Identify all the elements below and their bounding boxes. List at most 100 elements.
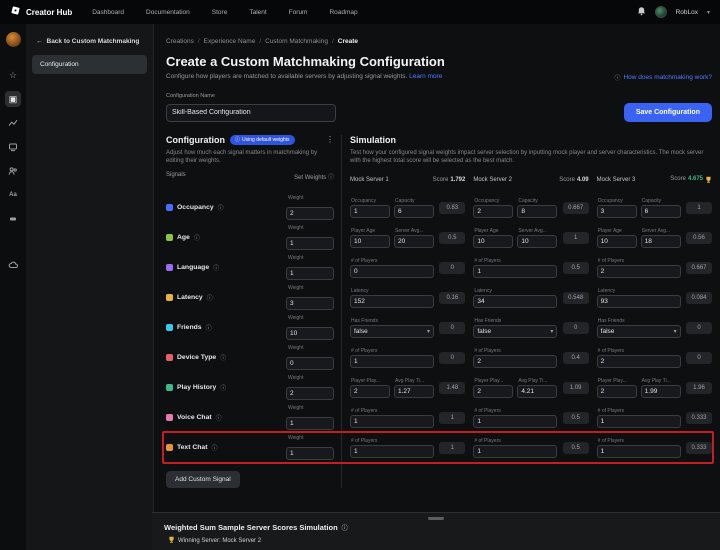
- sim-field: Server Avg...20: [394, 228, 434, 248]
- experience-avatar[interactable]: [6, 32, 21, 47]
- sim-field-input[interactable]: 10: [597, 235, 637, 248]
- weight-input[interactable]: [286, 447, 334, 460]
- sim-field-label: Occupancy: [473, 198, 513, 204]
- weight-input[interactable]: [286, 357, 334, 370]
- learn-more-link[interactable]: Learn more: [409, 73, 442, 80]
- weight-input[interactable]: [286, 237, 334, 250]
- info-icon[interactable]: ⓘ: [328, 175, 334, 181]
- sim-field-input[interactable]: 1.27: [394, 385, 434, 398]
- user-avatar[interactable]: [655, 6, 667, 18]
- info-icon[interactable]: ⓘ: [194, 233, 200, 242]
- weight-input[interactable]: [286, 267, 334, 280]
- sim-field-input[interactable]: 2: [473, 385, 513, 398]
- sim-field-input[interactable]: 18: [641, 235, 681, 248]
- sim-field-input[interactable]: 20: [394, 235, 434, 248]
- brand[interactable]: Creator Hub: [10, 3, 72, 21]
- info-icon[interactable]: ⓘ: [206, 323, 212, 332]
- sim-cell: # of Players20: [597, 343, 712, 373]
- notifications-bell-icon[interactable]: [637, 3, 646, 21]
- breadcrumb-item[interactable]: Create: [338, 38, 358, 45]
- sidebar-item-configuration[interactable]: Configuration: [32, 55, 147, 74]
- sim-field-label: Has Friends: [473, 318, 557, 324]
- sim-field-input[interactable]: 2: [597, 355, 681, 368]
- sim-field-label: Player Play...: [597, 378, 637, 384]
- creations-icon[interactable]: ▣: [5, 91, 21, 107]
- weight-input[interactable]: [286, 327, 334, 340]
- nav-item-forum[interactable]: Forum: [289, 9, 308, 16]
- help-link[interactable]: ⓘ How does matchmaking work?: [614, 73, 712, 82]
- sim-field-input[interactable]: 4.21: [517, 385, 557, 398]
- localization-icon[interactable]: Aa: [5, 187, 21, 203]
- sim-field-input[interactable]: 34: [473, 295, 557, 308]
- breadcrumb-item[interactable]: Custom Matchmaking: [265, 38, 328, 45]
- breadcrumb-item[interactable]: Experience Name: [204, 38, 256, 45]
- info-icon[interactable]: ⓘ: [342, 523, 348, 532]
- kebab-menu-icon[interactable]: ⋮: [326, 135, 334, 144]
- sim-field-input[interactable]: 1: [597, 445, 681, 458]
- weight-input[interactable]: [286, 297, 334, 310]
- nav-item-store[interactable]: Store: [212, 9, 228, 16]
- save-configuration-button[interactable]: Save Configuration: [624, 103, 712, 122]
- sim-field-input[interactable]: 10: [473, 235, 513, 248]
- collaboration-people-icon[interactable]: [5, 163, 21, 179]
- sim-field-input[interactable]: 6: [641, 205, 681, 218]
- sim-field-input[interactable]: 8: [517, 205, 557, 218]
- badge-icon[interactable]: [5, 211, 21, 227]
- signals-column-header: Signals: [166, 172, 186, 181]
- sim-field-input[interactable]: 152: [350, 295, 434, 308]
- weight-label: Weight: [286, 195, 334, 201]
- sim-field-input[interactable]: 1: [350, 355, 434, 368]
- sim-field-input[interactable]: 2: [473, 355, 557, 368]
- nav-item-roadmap[interactable]: Roadmap: [329, 9, 357, 16]
- chevron-down-icon[interactable]: ▾: [707, 9, 710, 16]
- sim-field-input[interactable]: 2: [473, 205, 513, 218]
- add-custom-signal-button[interactable]: Add Custom Signal: [166, 471, 240, 488]
- info-icon[interactable]: ⓘ: [213, 263, 219, 272]
- nav-item-dashboard[interactable]: Dashboard: [92, 9, 124, 16]
- sim-field-input[interactable]: 1: [350, 445, 434, 458]
- weight-input[interactable]: [286, 207, 334, 220]
- info-icon[interactable]: ⓘ: [220, 353, 226, 362]
- info-icon[interactable]: ⓘ: [218, 203, 224, 212]
- cloud-icon[interactable]: [5, 257, 21, 273]
- analytics-icon[interactable]: [5, 115, 21, 131]
- nav-item-documentation[interactable]: Documentation: [146, 9, 190, 16]
- weight-label: Weight: [286, 225, 334, 231]
- sim-field-label: Player Play...: [473, 378, 513, 384]
- sim-field-input[interactable]: 2: [597, 265, 681, 278]
- back-link[interactable]: ← Back to Custom Matchmaking: [32, 34, 147, 55]
- nav-item-talent[interactable]: Talent: [249, 9, 266, 16]
- star-icon[interactable]: ☆: [5, 67, 21, 83]
- sim-field-input[interactable]: 3: [597, 205, 637, 218]
- monetization-icon[interactable]: [5, 139, 21, 155]
- info-icon[interactable]: ⓘ: [211, 443, 217, 452]
- weight-input[interactable]: [286, 387, 334, 400]
- sim-field-input[interactable]: 1: [473, 265, 557, 278]
- sim-field-dropdown[interactable]: false▾: [473, 325, 557, 338]
- sim-field-input[interactable]: 1: [473, 445, 557, 458]
- info-icon[interactable]: ⓘ: [216, 413, 222, 422]
- sim-field-dropdown[interactable]: false▾: [350, 325, 434, 338]
- sim-field-input[interactable]: 6: [394, 205, 434, 218]
- sim-field-input[interactable]: 1: [597, 415, 681, 428]
- sim-field-input[interactable]: 2: [597, 385, 637, 398]
- weight-input[interactable]: [286, 417, 334, 430]
- sim-field-input[interactable]: 1: [350, 415, 434, 428]
- breadcrumb-item[interactable]: Creations: [166, 38, 194, 45]
- sim-field-input[interactable]: 0: [350, 265, 434, 278]
- sim-field-input[interactable]: 1.99: [641, 385, 681, 398]
- sim-field-dropdown[interactable]: false▾: [597, 325, 681, 338]
- mock-server-name: Mock Server 3: [597, 177, 636, 183]
- sim-fields: Has Friendsfalse▾: [597, 318, 681, 338]
- sim-field-input[interactable]: 1: [473, 415, 557, 428]
- sim-field-input[interactable]: 10: [517, 235, 557, 248]
- drawer-drag-handle[interactable]: [428, 517, 444, 520]
- info-icon[interactable]: ⓘ: [220, 383, 226, 392]
- sim-field-input[interactable]: 93: [597, 295, 681, 308]
- configuration-name-input[interactable]: [166, 104, 336, 122]
- sim-field-input[interactable]: 1: [350, 205, 390, 218]
- info-icon[interactable]: ⓘ: [207, 293, 213, 302]
- weight-group: Weight: [286, 225, 334, 250]
- sim-field-input[interactable]: 10: [350, 235, 390, 248]
- sim-field-input[interactable]: 2: [350, 385, 390, 398]
